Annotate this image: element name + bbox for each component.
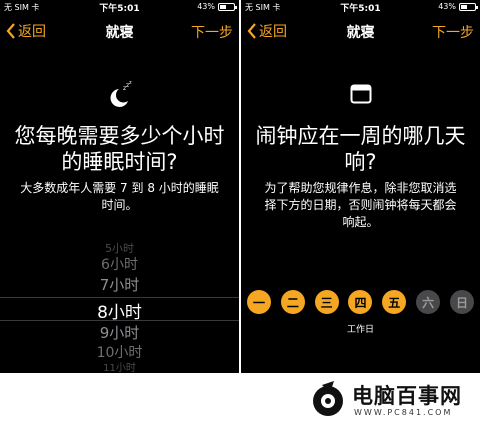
svg-text:z: z <box>129 80 132 86</box>
site-watermark: 电脑百事网 WWW.PC841.COM <box>300 374 480 427</box>
weekdays-caption: 工作日 <box>346 325 374 335</box>
status-bar: 无 SIM 卡 下午5:01 43% <box>241 0 480 14</box>
picker-option[interactable]: 6小时 <box>0 254 239 274</box>
sleep-hours-picker[interactable]: 5小时 6小时 7小时 8小时 9小时 10小时 11小时 <box>0 240 239 373</box>
day-toggle-saturday[interactable]: 六 <box>416 290 441 314</box>
day-toggle-monday[interactable]: 一 <box>247 290 271 314</box>
next-button[interactable]: 下一步 <box>191 22 233 42</box>
battery-icon <box>218 2 237 11</box>
picker-option[interactable]: 7小时 <box>0 274 239 295</box>
watermark-url: WWW.PC841.COM <box>354 408 453 417</box>
weekday-selector: 一 二 三 四 五 六 日 <box>247 290 474 314</box>
days-hint-line1: 为了帮助您规律作息，除非您取消选 <box>264 181 457 195</box>
calendar-icon <box>241 84 480 108</box>
hours-question-line2: 的睡眠时间? <box>61 150 178 174</box>
hours-question-line1: 您每晚需要多少个小时 <box>14 124 225 148</box>
day-toggle-wednesday[interactable]: 三 <box>314 290 339 314</box>
hours-hint-line1: 大多数成年人需要 7 到 8 小时的睡眠 <box>20 181 219 195</box>
moon-zzz-icon: z z z <box>0 80 239 114</box>
hours-hint-line2: 时间。 <box>101 198 138 212</box>
days-question-line1: 闹钟应在一周的哪几天 <box>255 124 466 148</box>
status-bar: 无 SIM 卡 下午5:01 43% <box>0 0 239 14</box>
day-toggle-sunday[interactable]: 日 <box>449 290 474 314</box>
battery-percent: 43% <box>438 2 456 11</box>
day-toggle-thursday[interactable]: 四 <box>348 290 373 314</box>
day-toggle-tuesday[interactable]: 二 <box>280 290 305 314</box>
picker-selected-option[interactable]: 8小时 <box>0 298 239 323</box>
next-button[interactable]: 下一步 <box>432 22 474 42</box>
days-question-line2: 响? <box>344 150 377 174</box>
days-hint-line2: 择下方的日期，否则闹钟将每天都会 <box>264 198 457 212</box>
nav-bar: 返回 就寝 下一步 <box>0 14 239 46</box>
day-toggle-friday[interactable]: 五 <box>382 290 407 314</box>
battery-icon <box>459 2 478 11</box>
bedtime-days-screen: 无 SIM 卡 下午5:01 43% 返回 就寝 下一步 闹钟应在一周的哪几天 … <box>241 0 480 373</box>
battery-percent: 43% <box>197 2 215 11</box>
picker-option[interactable]: 9小时 <box>0 322 239 343</box>
nav-bar: 返回 就寝 下一步 <box>241 14 480 46</box>
bedtime-hours-screen: 无 SIM 卡 下午5:01 43% 返回 就寝 下一步 z z z 您每晚需要… <box>0 0 239 373</box>
days-hint-line3: 响起。 <box>342 215 379 229</box>
watermark-logo-icon <box>313 381 343 416</box>
watermark-brand: 电脑百事网 <box>352 384 462 408</box>
picker-option[interactable]: 11小时 <box>0 359 239 373</box>
